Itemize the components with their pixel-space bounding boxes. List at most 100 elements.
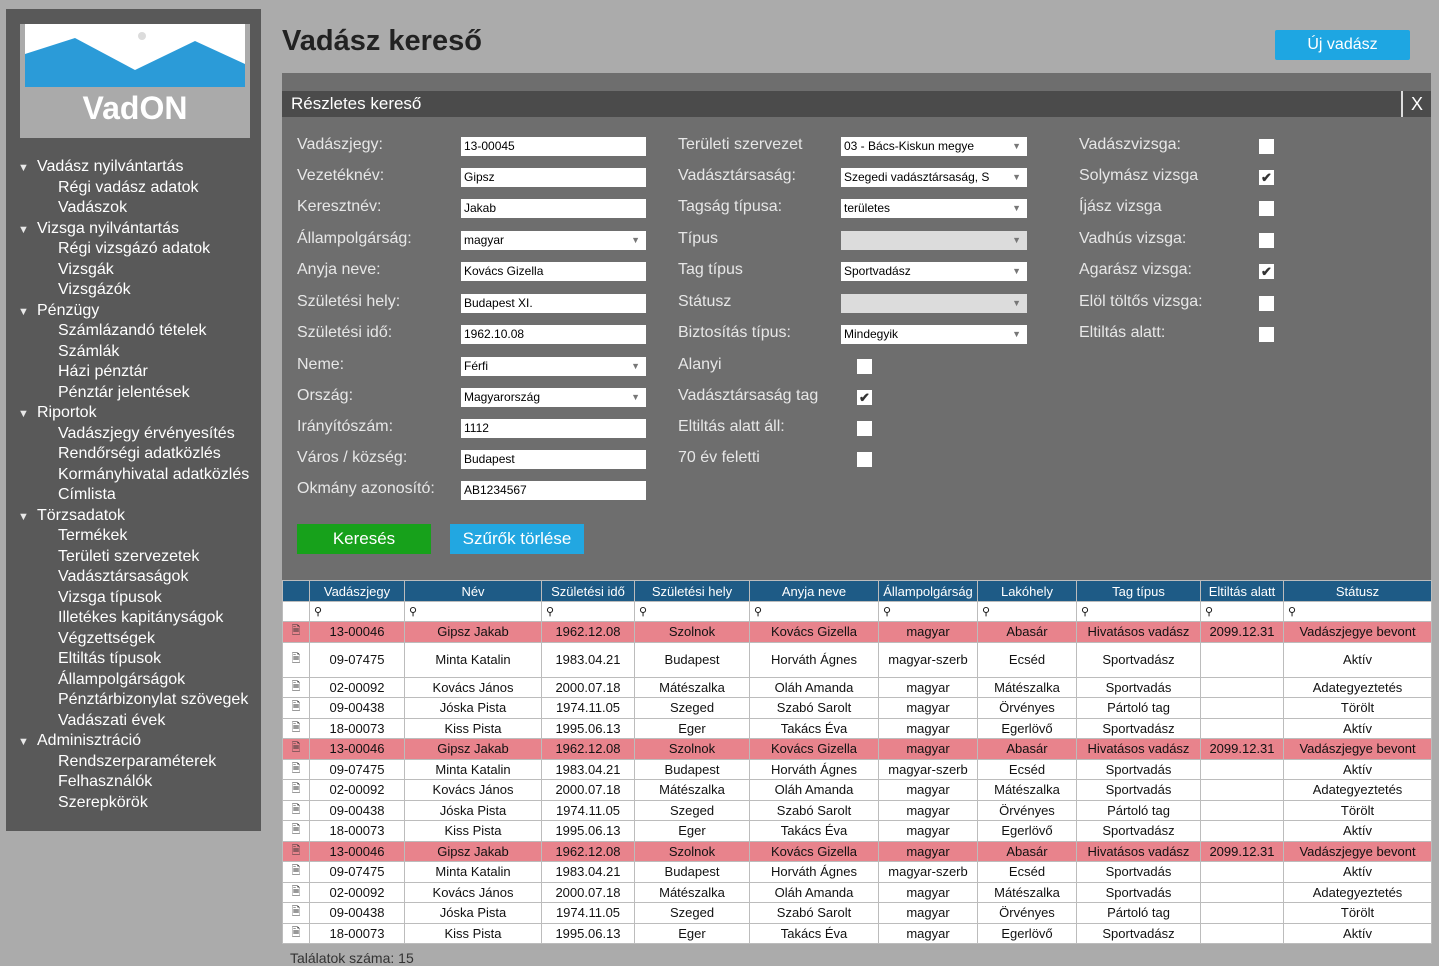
text-field[interactable]: Jakab [461,199,646,218]
nav-section[interactable]: ▼ Riportok [6,403,261,424]
document-icon[interactable]: 🗎 [282,717,310,739]
checkbox[interactable] [857,421,872,436]
table-row[interactable]: 🗎 09-07475 Minta Katalin 1983.04.21 Budapest… [282,861,1432,883]
column-filter[interactable]: ⚲ [309,601,405,622]
table-row[interactable]: 🗎 18-00073 Kiss Pista 1995.06.13 Eger Takács … [282,922,1432,944]
column-filter[interactable]: ⚲ [1200,601,1284,622]
nav-item[interactable]: Vadásztársaságok [6,567,261,588]
table-row[interactable]: 🗎 09-00438 Jóska Pista 1974.11.05 Szeged Szab… [282,799,1432,821]
text-field[interactable]: 1112 [461,419,646,438]
nav-item[interactable]: Rendszerparaméterek [6,752,261,773]
document-icon[interactable]: 🗎 [282,738,310,760]
dropdown-select[interactable]: területes ▼ [841,199,1027,218]
nav-item[interactable]: Vadászok [6,198,261,219]
column-header[interactable]: Tag típus [1076,580,1201,602]
close-icon[interactable]: X [1401,91,1431,117]
nav-item[interactable]: Vizsga típusok [6,588,261,609]
document-icon[interactable]: 🗎 [282,922,310,944]
document-icon[interactable]: 🗎 [282,820,310,842]
document-icon[interactable]: 🗎 [282,758,310,780]
text-field[interactable]: AB1234567 [461,481,646,500]
column-filter[interactable]: ⚲ [1283,601,1432,622]
checkbox[interactable] [857,359,872,374]
table-row[interactable]: 🗎 02-00092 Kovács János 2000.07.18 Mátészalk… [282,881,1432,903]
nav-item[interactable]: Területi szervezetek [6,547,261,568]
document-icon[interactable]: 🗎 [282,902,310,924]
nav-item[interactable]: Régi vizsgázó adatok [6,239,261,260]
search-button[interactable]: Keresés [297,524,431,554]
column-header[interactable]: Születési hely [634,580,750,602]
dropdown-select[interactable]: magyar ▼ [461,231,646,250]
table-row[interactable]: 🗎 13-00046 Gipsz Jakab 1962.12.08 Szolnok Kov… [282,621,1432,643]
table-row[interactable]: 🗎 13-00046 Gipsz Jakab 1962.12.08 Szolnok Kov… [282,840,1432,862]
document-icon[interactable]: 🗎 [282,676,310,698]
document-icon[interactable]: 🗎 [282,621,310,643]
text-field[interactable]: 13-00045 [461,137,646,156]
nav-item[interactable]: Szerepkörök [6,793,261,814]
nav-item[interactable]: Vizsgázók [6,280,261,301]
text-field[interactable]: Budapest [461,450,646,469]
table-row[interactable]: 🗎 09-07475 Minta Katalin 1983.04.21 Budapest… [282,641,1432,678]
table-row[interactable]: 🗎 18-00073 Kiss Pista 1995.06.13 Eger Takács … [282,717,1432,739]
dropdown-select[interactable]: Sportvadász ▼ [841,262,1027,281]
checkbox[interactable] [1259,201,1274,216]
nav-item[interactable]: Állampolgárságok [6,670,261,691]
nav-item[interactable]: Felhasználók [6,772,261,793]
nav-item[interactable]: Végzettségek [6,629,261,650]
nav-section[interactable]: ▼ Törzsadatok [6,506,261,527]
checkbox[interactable] [1259,139,1274,154]
nav-item[interactable]: Régi vadász adatok [6,178,261,199]
nav-item[interactable]: Vadászati évek [6,711,261,732]
checkbox[interactable] [1259,296,1274,311]
nav-item[interactable]: Termékek [6,526,261,547]
nav-item[interactable]: Házi pénztár [6,362,261,383]
document-icon[interactable]: 🗎 [282,799,310,821]
column-header[interactable]: Anyja neve [749,580,879,602]
nav-item[interactable]: Címlista [6,485,261,506]
nav-section[interactable]: ▼ Vizsga nyilvántartás [6,219,261,240]
checkbox[interactable] [857,452,872,467]
checkbox[interactable]: ✔ [1259,170,1274,185]
document-icon[interactable]: 🗎 [282,861,310,883]
dropdown-select[interactable]: Férfi ▼ [461,357,646,376]
table-row[interactable]: 🗎 02-00092 Kovács János 2000.07.18 Mátészalk… [282,676,1432,698]
text-field[interactable]: Budapest XI. [461,294,646,313]
checkbox[interactable] [1259,233,1274,248]
dropdown-select[interactable]: Magyarország ▼ [461,388,646,407]
new-hunter-button[interactable]: Új vadász [1275,30,1410,60]
document-icon[interactable]: 🗎 [282,779,310,801]
column-header[interactable]: Születési idő [541,580,635,602]
nav-item[interactable]: Vadászjegy érvényesítés [6,424,261,445]
nav-item[interactable]: Illetékes kapitányságok [6,608,261,629]
column-filter[interactable]: ⚲ [404,601,542,622]
column-header[interactable] [282,580,310,602]
column-filter[interactable]: ⚲ [1076,601,1201,622]
dropdown-select[interactable]: Mindegyik ▼ [841,325,1027,344]
table-row[interactable]: 🗎 09-00438 Jóska Pista 1974.11.05 Szeged Szab… [282,697,1432,719]
nav-item[interactable]: Rendőrségi adatközlés [6,444,261,465]
column-filter[interactable] [282,601,310,622]
column-filter[interactable]: ⚲ [977,601,1077,622]
column-header[interactable]: Állampolgárság [878,580,978,602]
checkbox[interactable]: ✔ [1259,264,1274,279]
column-header[interactable]: Eltiltás alatt [1200,580,1284,602]
nav-item[interactable]: Eltiltás típusok [6,649,261,670]
document-icon[interactable]: 🗎 [282,641,310,678]
table-row[interactable]: 🗎 13-00046 Gipsz Jakab 1962.12.08 Szolnok Kov… [282,738,1432,760]
table-row[interactable]: 🗎 09-07475 Minta Katalin 1983.04.21 Budapest… [282,758,1432,780]
column-header[interactable]: Vadászjegy [309,580,405,602]
column-header[interactable]: Státusz [1283,580,1432,602]
app-logo[interactable]: VadON [20,24,250,138]
table-row[interactable]: 🗎 09-00438 Jóska Pista 1974.11.05 Szeged Szab… [282,902,1432,924]
text-field[interactable]: 1962.10.08 [461,325,646,344]
text-field[interactable]: Gipsz [461,168,646,187]
dropdown-select[interactable]: Szegedi vadásztársaság, S ▼ [841,168,1027,187]
dropdown-select[interactable]: 03 - Bács-Kiskun megye ▼ [841,137,1027,156]
checkbox[interactable]: ✔ [857,390,872,405]
nav-section[interactable]: ▼ Pénzügy [6,301,261,322]
text-field[interactable]: Kovács Gizella [461,262,646,281]
document-icon[interactable]: 🗎 [282,881,310,903]
dropdown-select[interactable]: ▼ [841,231,1027,250]
column-header[interactable]: Név [404,580,542,602]
nav-item[interactable]: Pénztárbizonylat szövegek [6,690,261,711]
